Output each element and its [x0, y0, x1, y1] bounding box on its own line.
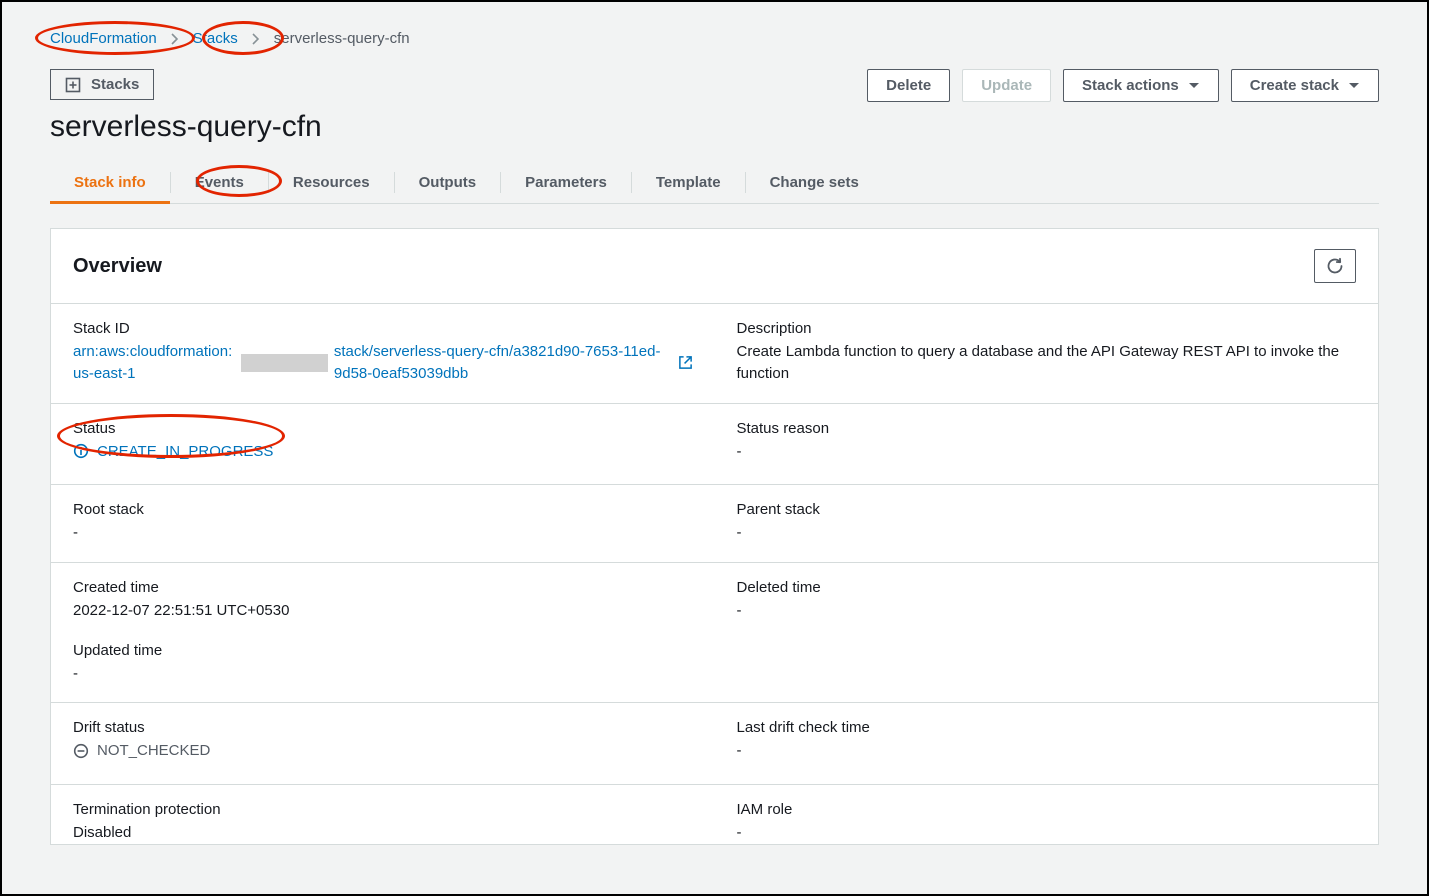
stack-actions-label: Stack actions: [1082, 77, 1179, 94]
iam-role-value: -: [737, 822, 1357, 844]
refresh-button[interactable]: [1314, 249, 1356, 283]
created-time-label: Created time: [73, 579, 693, 596]
status-reason-value: -: [737, 441, 1357, 463]
deleted-time-value: -: [737, 600, 1357, 622]
tabs: Stack info Events Resources Outputs Para…: [50, 162, 1379, 204]
info-circle-icon: [73, 443, 89, 459]
status-value: CREATE_IN_PROGRESS: [97, 441, 273, 463]
page-title: serverless-query-cfn: [50, 110, 322, 144]
iam-role-label: IAM role: [737, 801, 1357, 818]
chevron-right-icon: [252, 33, 260, 45]
external-link-icon: [678, 355, 693, 370]
page-header: Stacks serverless-query-cfn Delete Updat…: [50, 69, 1379, 144]
tab-stack-info[interactable]: Stack info: [50, 162, 170, 203]
action-bar: Delete Update Stack actions Create stack: [867, 69, 1379, 102]
parent-stack-label: Parent stack: [737, 501, 1357, 518]
tab-outputs[interactable]: Outputs: [395, 162, 501, 203]
description-value: Create Lambda function to query a databa…: [737, 341, 1357, 385]
refresh-icon: [1326, 257, 1344, 275]
update-button: Update: [962, 69, 1051, 102]
stacks-toggle-label: Stacks: [91, 76, 139, 93]
status-indicator: CREATE_IN_PROGRESS: [73, 441, 273, 463]
redacted-account-id: [241, 354, 327, 372]
create-stack-label: Create stack: [1250, 77, 1339, 94]
status-reason-label: Status reason: [737, 420, 1357, 437]
caret-down-icon: [1348, 77, 1360, 94]
drift-status-indicator: NOT_CHECKED: [73, 740, 210, 762]
updated-time-value: -: [73, 663, 693, 685]
tab-template[interactable]: Template: [632, 162, 745, 203]
last-drift-check-value: -: [737, 740, 1357, 762]
stack-actions-button[interactable]: Stack actions: [1063, 69, 1219, 102]
overview-heading: Overview: [73, 255, 162, 278]
deleted-time-label: Deleted time: [737, 579, 1357, 596]
delete-button[interactable]: Delete: [867, 69, 950, 102]
stack-id-label: Stack ID: [73, 320, 693, 337]
tab-parameters[interactable]: Parameters: [501, 162, 631, 203]
last-drift-check-label: Last drift check time: [737, 719, 1357, 736]
breadcrumb-stacks[interactable]: Stacks: [193, 30, 238, 47]
arn-suffix: stack/serverless-query-cfn/a3821d90-7653…: [334, 341, 672, 385]
breadcrumb: CloudFormation Stacks serverless-query-c…: [50, 30, 1379, 47]
tab-resources[interactable]: Resources: [269, 162, 394, 203]
expand-panel-icon: [65, 77, 81, 93]
chevron-right-icon: [171, 33, 179, 45]
arn-prefix: arn:aws:cloudformation:us-east-1: [73, 341, 235, 385]
status-label: Status: [73, 420, 693, 437]
create-stack-button[interactable]: Create stack: [1231, 69, 1379, 102]
root-stack-label: Root stack: [73, 501, 693, 518]
caret-down-icon: [1188, 77, 1200, 94]
stack-id-link[interactable]: arn:aws:cloudformation:us-east-1 stack/se…: [73, 341, 693, 385]
minus-circle-icon: [73, 743, 89, 759]
root-stack-value: -: [73, 522, 693, 544]
drift-status-value: NOT_CHECKED: [97, 740, 210, 762]
parent-stack-value: -: [737, 522, 1357, 544]
termination-protection-value: Disabled: [73, 822, 693, 844]
updated-time-label: Updated time: [73, 642, 693, 659]
tab-events[interactable]: Events: [171, 162, 268, 203]
breadcrumb-current: serverless-query-cfn: [274, 30, 410, 47]
overview-panel: Overview Stack ID arn:aws:cloudformation…: [50, 228, 1379, 845]
drift-status-label: Drift status: [73, 719, 693, 736]
termination-protection-label: Termination protection: [73, 801, 693, 818]
description-label: Description: [737, 320, 1357, 337]
stacks-panel-toggle[interactable]: Stacks: [50, 69, 154, 100]
tab-change-sets[interactable]: Change sets: [746, 162, 883, 203]
created-time-value: 2022-12-07 22:51:51 UTC+0530: [73, 600, 693, 622]
breadcrumb-root[interactable]: CloudFormation: [50, 30, 157, 47]
